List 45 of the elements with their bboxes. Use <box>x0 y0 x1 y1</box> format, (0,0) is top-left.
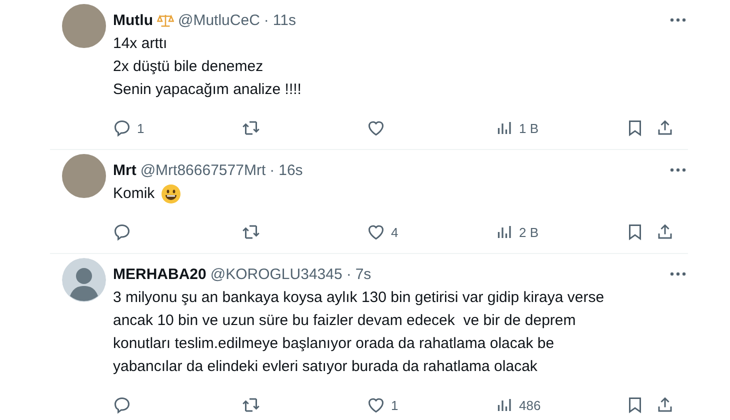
separator-dot: · <box>270 162 275 178</box>
more-icon[interactable] <box>670 18 686 22</box>
post-text: 3 milyonu şu an bankaya koysa aylık 130 bin getirisi var gidip kiraya verse ancak 10 bin ve uzun süre bu faizler devam edecek ve bir de deprem konutları teslim.edilmeye başlanıyor orada da rahatlama olacak be yabancılar da elindeki evleri satıyor burada da rahatlama olacak <box>113 288 604 377</box>
avatar-photo-placeholder[interactable] <box>62 4 106 48</box>
author-name[interactable]: Mutlu <box>113 12 153 28</box>
author-handle[interactable]: @MutluCeC <box>178 12 260 28</box>
action-count: 4 <box>391 224 398 240</box>
bookmark-icon[interactable] <box>626 396 644 414</box>
repost-icon[interactable] <box>241 119 261 137</box>
more-icon[interactable] <box>670 272 686 276</box>
post-text: Komik <box>113 184 155 204</box>
more-icon[interactable] <box>670 168 686 172</box>
bookmark-icon[interactable] <box>626 223 644 241</box>
reply-icon[interactable] <box>113 396 131 414</box>
separator-dot: · <box>264 12 269 28</box>
share-icon[interactable] <box>656 223 674 241</box>
bookmark-icon[interactable] <box>626 119 644 137</box>
bar-chart-icon[interactable] <box>495 119 513 137</box>
action-count: 1 B <box>519 120 539 136</box>
post-text: 14x arttı 2x düştü bile denemez Senin yapacağım analize !!!! <box>113 34 302 100</box>
reply-icon[interactable] <box>113 119 131 137</box>
share-icon[interactable] <box>656 119 674 137</box>
share-icon[interactable] <box>656 396 674 414</box>
separator-dot: · <box>346 266 352 282</box>
action-count: 1 <box>137 120 144 136</box>
reply-icon[interactable] <box>113 223 131 241</box>
repost-icon[interactable] <box>241 396 261 414</box>
bar-chart-icon[interactable] <box>495 396 513 414</box>
post-time[interactable]: 7s <box>355 266 372 282</box>
default-avatar-icon[interactable] <box>62 258 106 302</box>
heart-icon[interactable] <box>367 396 385 414</box>
action-count: 486 <box>519 398 541 412</box>
post-time[interactable]: 16s <box>278 162 303 178</box>
author-handle[interactable]: @KOROGLU34345 <box>210 266 342 282</box>
author-name[interactable]: Mrt <box>113 162 136 178</box>
post-time[interactable]: 11s <box>272 12 296 28</box>
repost-icon[interactable] <box>241 223 261 241</box>
author-handle[interactable]: @Mrt86667577Mrt <box>140 162 266 178</box>
heart-icon[interactable] <box>367 119 385 137</box>
avatar-photo-placeholder[interactable] <box>62 154 106 198</box>
bar-chart-icon[interactable] <box>495 223 513 241</box>
action-count: 2 B <box>519 224 539 240</box>
author-name[interactable]: MERHABA20 <box>113 266 206 282</box>
heart-icon[interactable] <box>367 223 385 241</box>
action-count: 1 <box>391 398 398 412</box>
